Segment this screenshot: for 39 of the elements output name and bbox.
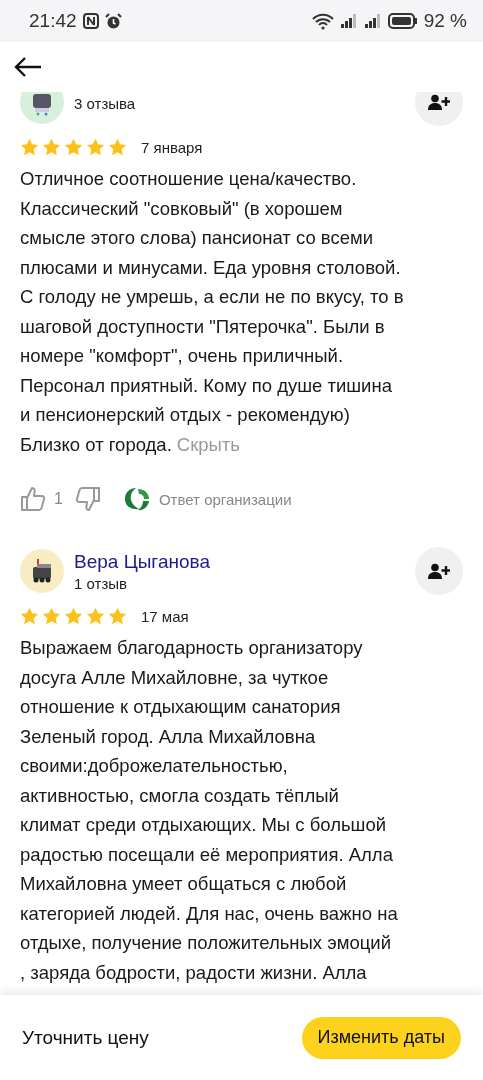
star-icon (86, 607, 105, 625)
star-icon (64, 607, 83, 625)
review-date: 17 мая (141, 607, 189, 625)
star-icon (64, 138, 83, 156)
add-person-icon (428, 94, 450, 110)
clock-time: 21:42 (29, 10, 77, 32)
back-button[interactable] (14, 56, 44, 78)
star-icon (42, 607, 61, 625)
author-name[interactable]: Вера Цыганова (74, 550, 210, 573)
star-icon (42, 138, 61, 156)
star-icon (86, 138, 105, 156)
clarify-price-link[interactable]: Уточнить цену (22, 1026, 149, 1049)
battery-icon (387, 13, 418, 29)
review-text: Отличное соотношение цена/качество. Классический "совковый" (в хорошем смысле этого слова) пансионат со всеми плюсами и минусами. Еда уровня столовой. С голоду не умрешь, а если не по вкусу, то в шаговой доступности "Пятерочка". Были в номере "комфорт", очень приличный. Персонал приятный. Кому по душе тишина и пенсионерский отдых - рекомендую) Близко от города. Скрыть (20, 167, 405, 457)
star-icon (20, 138, 39, 156)
like-count: 1 (54, 490, 63, 508)
thumbs-up-icon[interactable] (20, 486, 46, 512)
star-icon (20, 607, 39, 625)
review-count: 1 отзыв (74, 574, 128, 592)
user-avatar[interactable] (20, 92, 64, 124)
star-icon (108, 607, 127, 625)
review-text: Выражаем благодарность организатору досуга Алле Михайловне, за чуткое отношение к отдыхающим санатория Зеленый город. Алла Михайловна своими:доброжелательностью, активностью, смогла создать тёплый климат среди отдыхающих. Мы с большой радостью посещали её мероприятия. Алла Михайловна умеет общаться с любой категорией людей. Для нас, очень важно на отдыхе, получение положительных эмоций , заряда бодрости, радости жизни. Алла (20, 636, 399, 985)
nfc-icon (82, 13, 99, 29)
review-count: 3 отзыва (74, 94, 136, 112)
add-person-icon (428, 563, 450, 579)
signal-icon (363, 13, 382, 29)
follow-button[interactable] (415, 92, 463, 126)
leaf-logo-icon (122, 485, 151, 513)
thumbs-down-icon[interactable] (74, 486, 101, 512)
change-dates-button[interactable]: Изменить даты (301, 1016, 461, 1059)
review-date: 7 января (141, 138, 203, 156)
wifi-icon (311, 12, 334, 30)
alarm-icon (104, 12, 122, 30)
battery-percent: 92 % (423, 10, 467, 32)
signal-icon (339, 13, 358, 29)
follow-button[interactable] (415, 547, 463, 595)
user-avatar[interactable] (20, 549, 64, 593)
star-icon (108, 138, 127, 156)
organization-reply-link[interactable]: Ответ организации (158, 490, 292, 508)
